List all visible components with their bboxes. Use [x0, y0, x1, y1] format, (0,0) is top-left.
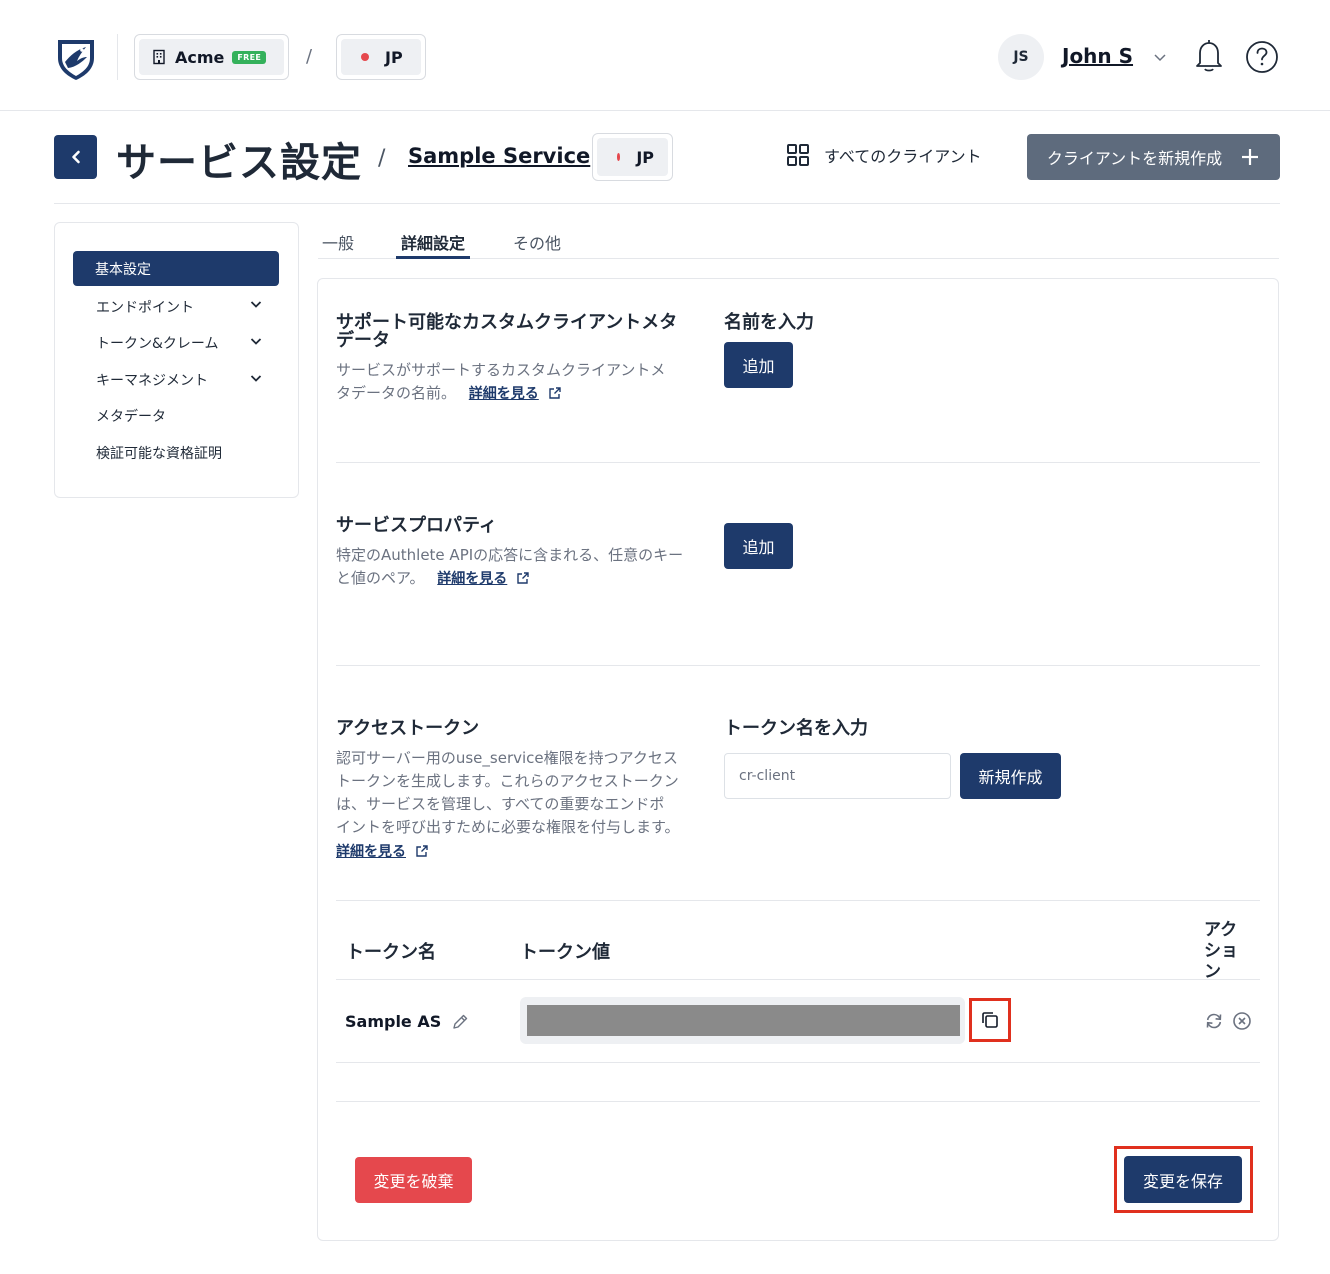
custom-metadata-desc-cont: タデータの名前。 詳細を見る — [336, 382, 562, 406]
active-tab-indicator — [396, 256, 470, 259]
avatar[interactable]: JS — [998, 34, 1044, 80]
chevron-left-icon — [71, 150, 80, 164]
access-token-title: アクセストークン — [336, 718, 480, 739]
footer-divider — [336, 1101, 1260, 1102]
add-metadata-button[interactable]: 追加 — [724, 342, 793, 388]
region-status-dot — [617, 153, 621, 161]
sidebar-item-key-management[interactable]: キーマネジメント — [96, 370, 208, 390]
learn-more-link[interactable]: 詳細を見る — [437, 571, 507, 587]
help-icon[interactable] — [1245, 40, 1279, 74]
sidebar-item-metadata[interactable]: メタデータ — [96, 406, 166, 426]
region-status-dot — [361, 53, 369, 61]
learn-more-link[interactable]: 詳細を見る — [469, 386, 539, 402]
external-link-icon[interactable] — [415, 844, 429, 858]
sidebar-item-endpoints[interactable]: エンドポイント — [96, 297, 194, 317]
service-name-link[interactable]: Sample Service — [408, 144, 590, 168]
metadata-name-label: 名前を入力 — [724, 312, 814, 333]
access-token-desc-3: は、サービスを管理し、すべての重要なエンドポ — [336, 795, 665, 813]
column-header-token-name: トークン名 — [346, 942, 436, 963]
chevron-down-icon[interactable] — [1152, 49, 1168, 65]
access-token-desc: 認可サーバー用のuse_service権限を持つアクセス — [336, 749, 678, 767]
copy-icon — [980, 1010, 1000, 1030]
column-header-actions-line: アク — [1204, 920, 1238, 940]
service-properties-desc-cont: と値のペア。 詳細を見る — [336, 567, 530, 591]
custom-metadata-title-cont: データ — [336, 330, 390, 351]
add-property-button[interactable]: 追加 — [724, 523, 793, 569]
pencil-icon[interactable] — [451, 1013, 469, 1031]
discard-changes-button[interactable]: 変更を破棄 — [355, 1157, 472, 1203]
user-name[interactable]: John S — [1062, 44, 1133, 68]
region-label: JP — [385, 47, 403, 67]
back-button[interactable] — [54, 135, 97, 179]
create-token-button[interactable]: 新規作成 — [960, 753, 1061, 799]
refresh-icon[interactable] — [1204, 1011, 1224, 1031]
title-separator: / — [378, 146, 386, 171]
all-clients-link[interactable]: すべてのクライアント — [786, 143, 982, 167]
sidebar-item-basic-settings[interactable]: 基本設定 — [73, 251, 279, 286]
all-clients-label: すべてのクライアント — [824, 147, 982, 166]
column-header-token-value: トークン値 — [520, 942, 610, 963]
external-link-icon[interactable] — [516, 571, 530, 585]
sidebar-item-verifiable-credentials[interactable]: 検証可能な資格証明 — [96, 443, 222, 463]
table-row: Sample AS — [345, 1012, 469, 1031]
header-divider — [54, 203, 1280, 204]
delete-circle-icon[interactable] — [1232, 1011, 1252, 1031]
save-changes-button[interactable]: 変更を保存 — [1124, 1156, 1242, 1203]
chevron-down-icon[interactable] — [249, 297, 263, 311]
token-value-masked — [527, 1005, 960, 1036]
bell-icon[interactable] — [1192, 38, 1226, 74]
token-name-input[interactable]: cr-client — [724, 753, 951, 799]
learn-more-link[interactable]: 詳細を見る — [336, 844, 406, 860]
access-token-link-row: 詳細を見る — [336, 840, 429, 864]
new-client-label: クライアントを新規作成 — [1046, 149, 1223, 168]
column-header-actions-line: ショ — [1204, 941, 1238, 961]
grid-icon — [786, 143, 810, 167]
section-divider — [336, 462, 1260, 463]
section-divider — [336, 665, 1260, 666]
copy-token-button[interactable] — [969, 998, 1011, 1042]
token-name-cell: Sample AS — [345, 1012, 442, 1031]
plan-badge: FREE — [232, 50, 267, 64]
service-properties-title: サービスプロパティ — [336, 515, 497, 536]
chevron-down-icon[interactable] — [249, 371, 263, 385]
page-title: サービス設定 — [116, 140, 362, 186]
service-properties-desc: 特定のAuthlete APIの応答に含まれる、任意のキー — [336, 546, 684, 564]
table-row-border — [336, 1062, 1260, 1063]
plus-icon — [1240, 147, 1260, 167]
org-name: Acme — [175, 47, 225, 67]
building-icon — [151, 49, 167, 65]
table-top-border — [336, 900, 1260, 901]
external-link-icon[interactable] — [548, 386, 562, 400]
desc-text: と値のペア。 — [336, 569, 425, 587]
region-label: JP — [636, 147, 654, 167]
new-client-button[interactable]: クライアントを新規作成 — [1027, 134, 1280, 180]
tab-general[interactable]: 一般 — [322, 230, 354, 254]
tab-advanced[interactable]: 詳細設定 — [401, 230, 465, 254]
column-header-actions: アク ショ ン — [1204, 920, 1238, 983]
authlete-logo-icon[interactable] — [52, 34, 100, 82]
breadcrumb-separator: / — [306, 46, 313, 67]
divider — [117, 34, 118, 80]
token-name-label: トークン名を入力 — [724, 718, 868, 739]
region-switcher[interactable]: JP — [336, 34, 426, 80]
tab-other[interactable]: その他 — [513, 230, 561, 254]
access-token-desc-2: トークンを生成します。これらのアクセストークン — [336, 772, 679, 790]
sidebar-item-tokens-claims[interactable]: トークン&クレーム — [96, 333, 219, 353]
desc-text: タデータの名前。 — [336, 384, 457, 402]
org-switcher[interactable]: Acme FREE — [134, 34, 289, 80]
access-token-desc-4: イントを呼び出すために必要な権限を付与します。 — [336, 818, 680, 836]
table-header-border — [336, 979, 1260, 980]
custom-metadata-desc: サービスがサポートするカスタムクライアントメ — [336, 361, 666, 379]
chevron-down-icon[interactable] — [249, 334, 263, 348]
service-region-badge: JP — [592, 133, 673, 181]
